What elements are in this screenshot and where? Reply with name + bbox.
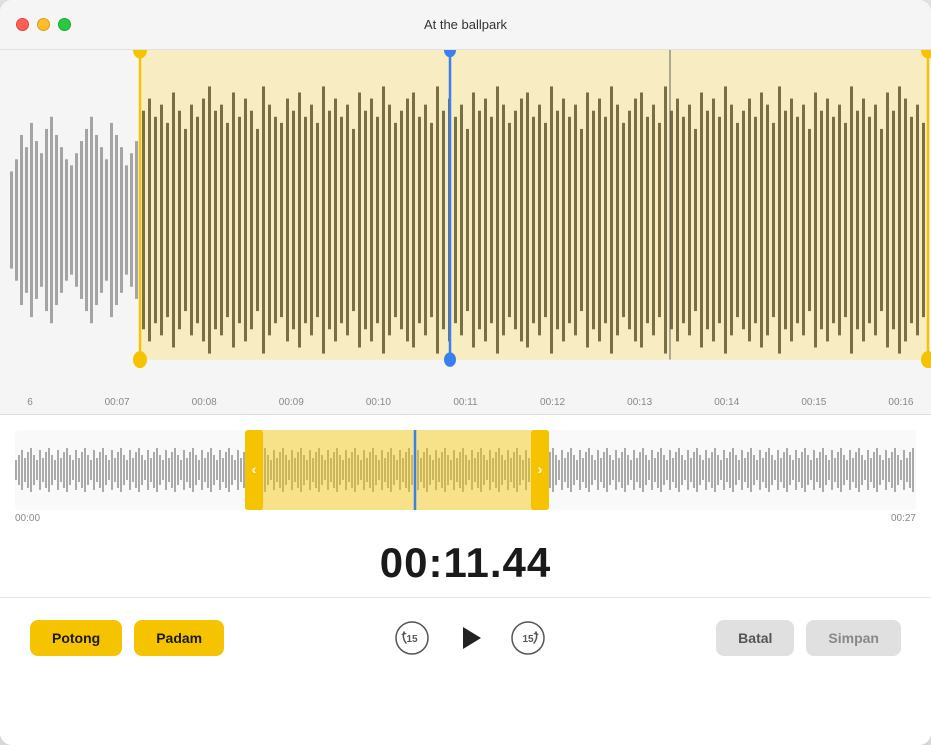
play-button[interactable]: [451, 619, 489, 657]
toolbar: Potong Padam 15: [0, 597, 931, 677]
time-label-15: 00:15: [799, 397, 829, 408]
mini-time-row: 00:00 00:27: [0, 510, 931, 524]
svg-text:15: 15: [407, 634, 419, 645]
svg-text:›: ›: [538, 461, 543, 477]
mini-end-time: 00:27: [891, 513, 916, 524]
time-label-13: 00:13: [625, 397, 655, 408]
titlebar: At the ballpark: [0, 0, 931, 50]
rewind-button[interactable]: 15: [393, 619, 431, 657]
delete-button[interactable]: Padam: [134, 620, 224, 656]
svg-text:‹: ‹: [252, 461, 257, 477]
time-label-14: 00:14: [712, 397, 742, 408]
time-label-16: 00:16: [886, 397, 916, 408]
svg-text:15: 15: [523, 634, 535, 645]
minimize-button[interactable]: [37, 18, 50, 31]
time-label-6: 6: [15, 397, 45, 408]
waveform-svg-top: [0, 50, 931, 390]
time-label-8: 00:08: [189, 397, 219, 408]
window-controls: [16, 18, 71, 31]
maximize-button[interactable]: [58, 18, 71, 31]
close-button[interactable]: [16, 18, 29, 31]
time-label-11: 00:11: [450, 397, 480, 408]
time-label-7: 00:07: [102, 397, 132, 408]
time-label-10: 00:10: [363, 397, 393, 408]
time-label-12: 00:12: [538, 397, 568, 408]
mini-start-time: 00:00: [15, 513, 40, 524]
cancel-button[interactable]: Batal: [716, 620, 794, 656]
time-label-9: 00:09: [276, 397, 306, 408]
timestamp-display: 00:11.44: [0, 524, 931, 597]
play-icon: [451, 619, 489, 657]
app-window: At the ballpark: [0, 0, 931, 745]
toolbar-left: Potong Padam: [30, 620, 224, 656]
timestamp-value: 00:11.44: [380, 539, 552, 586]
waveform-top[interactable]: [0, 50, 931, 390]
mini-bars: ‹ ›: [15, 430, 916, 510]
time-ruler: 6 00:07 00:08 00:09 00:10 00:11 00:12 00…: [0, 390, 931, 415]
waveform-mini[interactable]: // Generated in SVG text nodes approach …: [15, 430, 916, 510]
forward-icon: 15: [510, 620, 546, 656]
save-button[interactable]: Simpan: [806, 620, 901, 656]
toolbar-right: Batal Simpan: [716, 620, 901, 656]
toolbar-center: 15 15: [393, 619, 547, 657]
forward-button[interactable]: 15: [509, 619, 547, 657]
trim-button[interactable]: Potong: [30, 620, 122, 656]
window-title: At the ballpark: [424, 17, 507, 32]
main-content: 6 00:07 00:08 00:09 00:10 00:11 00:12 00…: [0, 50, 931, 745]
rewind-icon: 15: [394, 620, 430, 656]
